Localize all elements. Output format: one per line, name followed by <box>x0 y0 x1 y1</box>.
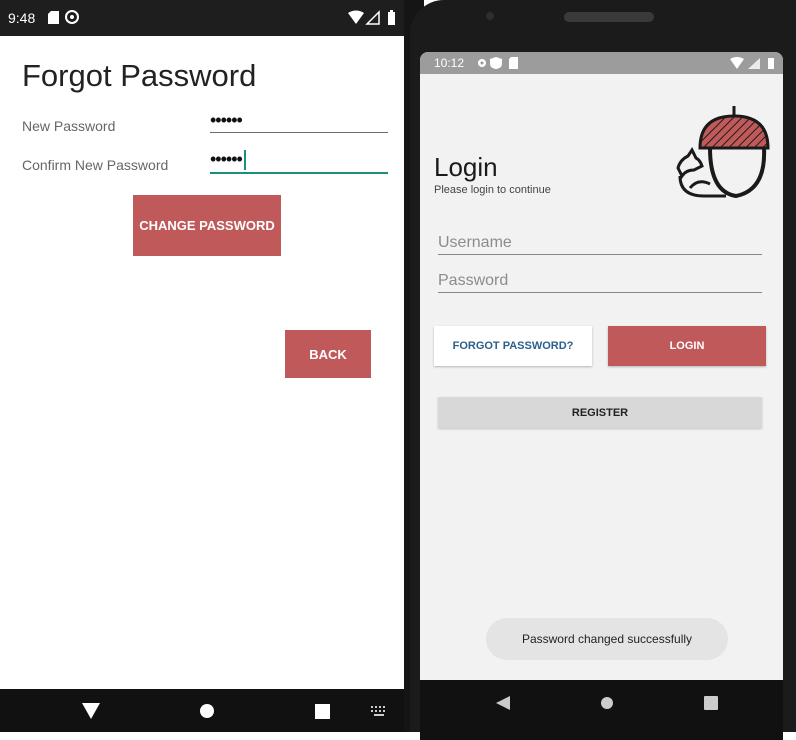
battery-icon <box>388 10 395 25</box>
wifi-icon <box>730 57 744 69</box>
username-placeholder: Username <box>438 234 512 251</box>
home-circle-icon[interactable] <box>199 703 215 719</box>
confirm-password-input[interactable]: •••••• <box>210 146 388 174</box>
back-triangle-icon[interactable] <box>82 703 100 719</box>
change-password-button[interactable]: CHANGE PASSWORD <box>133 195 281 256</box>
username-input[interactable]: Username <box>438 232 762 255</box>
status-time: 9:48 <box>8 10 36 26</box>
recents-square-icon[interactable] <box>704 696 718 710</box>
status-icons <box>348 10 395 25</box>
home-circle-icon[interactable] <box>600 696 614 710</box>
password-placeholder: Password <box>438 272 509 289</box>
navigation-bar <box>0 689 404 732</box>
new-password-input[interactable]: •••••• <box>210 108 388 133</box>
text-caret <box>243 150 246 171</box>
navigation-bar <box>420 680 783 740</box>
register-button[interactable]: REGISTER <box>438 397 762 428</box>
notification-icons <box>478 57 518 69</box>
front-camera <box>486 12 494 20</box>
status-icons <box>730 57 774 69</box>
forgot-password-screen: 9:48 Forgot Password New Password ••••••… <box>0 0 404 732</box>
wifi-icon <box>348 10 364 24</box>
data-saver-icon <box>65 10 79 24</box>
new-password-value: •••••• <box>210 110 243 130</box>
signal-icon <box>365 10 380 25</box>
confirm-password-value: •••••• <box>210 149 243 169</box>
status-bar: 10:12 <box>420 52 783 74</box>
login-screen: 10:12 Login Please login to continue Use… <box>420 52 783 740</box>
earpiece-speaker <box>564 12 654 22</box>
new-password-label: New Password <box>22 118 116 134</box>
sim-card-icon <box>509 57 518 69</box>
toast-message: Password changed successfully <box>486 618 728 660</box>
forgot-password-button[interactable]: FORGOT PASSWORD? <box>434 326 592 366</box>
status-time: 10:12 <box>434 56 465 70</box>
confirm-password-label: Confirm New Password <box>22 157 169 173</box>
status-bar: 9:48 <box>0 0 404 36</box>
recents-square-icon[interactable] <box>315 704 330 719</box>
signal-icon <box>748 58 760 69</box>
back-triangle-icon[interactable] <box>496 696 510 710</box>
login-button[interactable]: LOGIN <box>608 326 766 366</box>
squirrel-acorn-logo-icon <box>676 106 770 199</box>
sim-card-icon <box>48 11 59 24</box>
login-subtitle: Please login to continue <box>434 184 551 196</box>
page-title: Forgot Password <box>22 58 257 93</box>
password-input[interactable]: Password <box>438 270 762 293</box>
back-button[interactable]: BACK <box>285 330 371 378</box>
settings-gear-icon <box>478 59 486 67</box>
keyboard-icon[interactable] <box>371 706 387 716</box>
shield-icon <box>490 57 502 69</box>
battery-icon <box>768 58 774 69</box>
login-title: Login <box>434 152 498 182</box>
